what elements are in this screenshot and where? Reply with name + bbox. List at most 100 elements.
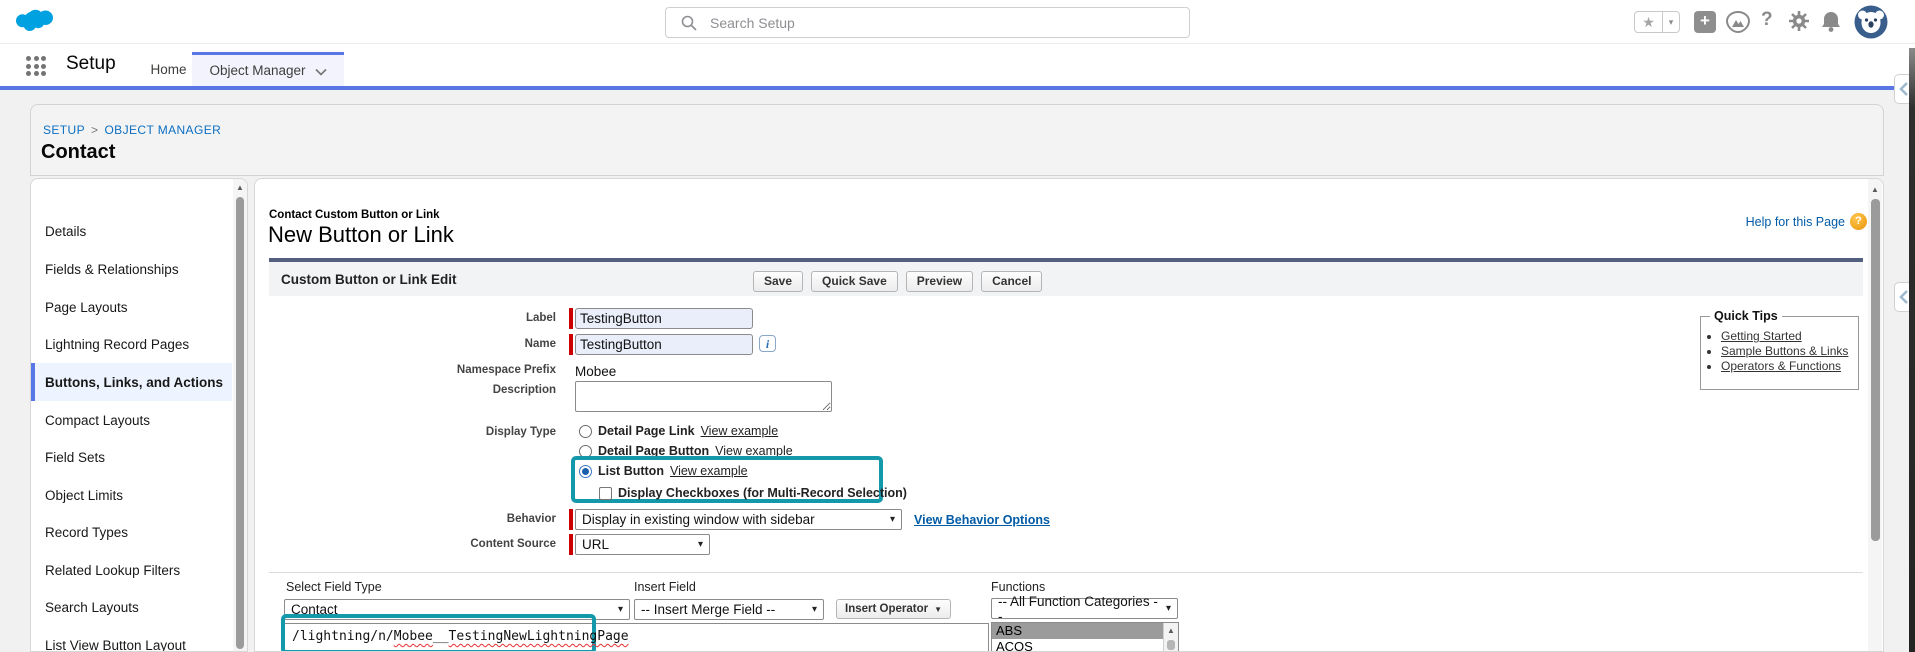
help-icon[interactable]: ? (1761, 9, 1773, 31)
sidebar-item-buttons-links-actions[interactable]: Buttons, Links, and Actions (31, 363, 232, 401)
scrollbar-thumb[interactable] (1167, 640, 1175, 650)
sidebar-item-label: Related Lookup Filters (45, 562, 181, 578)
behavior-select[interactable]: Display in existing window with sidebar ▾ (575, 509, 902, 530)
sidebar-scrollbar[interactable]: ▲ (233, 179, 247, 651)
tab-object-manager-label: Object Manager (209, 63, 306, 78)
sidebar-item-lightning-record-pages[interactable]: Lightning Record Pages (31, 325, 232, 363)
formula-text[interactable]: /lightning/n/Mobee__TestingNewLightningP… (292, 629, 629, 644)
cancel-button[interactable]: Cancel (981, 271, 1043, 292)
radio-icon[interactable] (579, 424, 592, 438)
scrollbar-up-arrow-icon[interactable]: ▲ (1868, 183, 1882, 197)
getting-started-link[interactable]: Getting Started (1721, 329, 1802, 343)
content-source-select[interactable]: URL ▾ (575, 534, 710, 555)
operators-functions-link[interactable]: Operators & Functions (1721, 359, 1841, 373)
view-example-link[interactable]: View example (670, 464, 748, 478)
user-avatar[interactable] (1854, 5, 1888, 39)
breadcrumb-object-manager-link[interactable]: OBJECT MANAGER (104, 123, 221, 137)
behavior-value: Display in existing window with sidebar (582, 512, 815, 527)
function-item-abs[interactable]: ABS (992, 623, 1164, 639)
sidebar-item-record-types[interactable]: Record Types (31, 513, 232, 551)
sidebar-item-field-sets[interactable]: Field Sets (31, 438, 232, 476)
required-marker (569, 308, 573, 329)
insert-operator-button[interactable]: Insert Operator ▼ (836, 599, 951, 619)
label-input[interactable] (575, 308, 753, 329)
behavior-label: Behavior (506, 513, 556, 525)
listbox-scrollbar[interactable]: ▲ (1163, 623, 1178, 651)
scrollbar-thumb[interactable] (236, 197, 244, 649)
sample-buttons-links-link[interactable]: Sample Buttons & Links (1721, 344, 1848, 358)
quick-tips-links: Getting Started Sample Buttons & Links O… (1721, 329, 1848, 374)
tab-home-label: Home (150, 61, 187, 77)
preview-button[interactable]: Preview (905, 271, 974, 292)
search-input[interactable] (665, 7, 1190, 38)
quick-create-icon[interactable]: + (1694, 11, 1716, 33)
setup-nav-bar: Setup Home Object Manager (0, 44, 1915, 90)
view-behavior-options-link[interactable]: View Behavior Options (914, 513, 1050, 527)
sidebar-item-object-limits[interactable]: Object Limits (31, 476, 232, 514)
save-button[interactable]: Save (753, 271, 804, 292)
sidebar-item-page-layouts[interactable]: Page Layouts (31, 288, 232, 326)
scrollbar-thumb[interactable] (1871, 199, 1880, 541)
view-example-link[interactable]: View example (701, 424, 779, 438)
sidebar-item-fields-relationships[interactable]: Fields & Relationships (31, 250, 232, 288)
salesforce-setup-screen: ★ ▾ + ? Setup Ho (0, 0, 1915, 652)
function-item-acos[interactable]: ACOS (992, 639, 1164, 651)
sidebar-item-label: Details (45, 223, 87, 239)
functions-listbox: ABS ACOS ▲ (991, 622, 1179, 651)
help-for-this-page-link[interactable]: Help for this Page (1746, 215, 1845, 229)
checkbox-icon[interactable] (599, 486, 612, 500)
name-input[interactable] (575, 334, 753, 355)
sidebar-item-list-view-button-layout[interactable]: List View Button Layout (31, 626, 232, 652)
sidebar-item-label: Fields & Relationships (45, 261, 179, 277)
info-icon[interactable]: i (759, 335, 776, 352)
sidebar-item-label: Buttons, Links, and Actions (45, 374, 224, 390)
content-scrollbar[interactable]: ▲ (1868, 179, 1882, 651)
radio-selected-icon[interactable] (579, 464, 592, 478)
scrollbar-up-arrow-icon[interactable]: ▲ (233, 181, 247, 195)
display-type-label: Display Type (485, 426, 556, 438)
display-checkboxes-option[interactable]: Display Checkboxes (for Multi-Record Sel… (599, 485, 907, 501)
functions-label: Functions (991, 580, 1046, 594)
app-launcher-icon[interactable] (26, 56, 52, 76)
favorites-caret-icon[interactable]: ▾ (1663, 12, 1679, 32)
namespace-prefix-label: Namespace Prefix (456, 364, 556, 376)
breadcrumb-setup-link[interactable]: SETUP (43, 123, 85, 137)
quick-tips-title: Quick Tips (1710, 309, 1782, 323)
tab-home[interactable]: Home (145, 52, 192, 86)
formula-word-misspelled: Mobee (393, 629, 433, 644)
tab-object-manager[interactable]: Object Manager (192, 52, 344, 86)
insert-operator-label: Insert Operator (845, 603, 929, 615)
setup-gear-icon[interactable] (1788, 10, 1810, 32)
quick-tips-item: Sample Buttons & Links (1721, 344, 1848, 358)
sidebar-item-details[interactable]: Details (31, 212, 232, 250)
select-caret-icon: ▾ (697, 539, 703, 550)
app-name-label: Setup (66, 53, 116, 74)
window-scrollbar[interactable] (1909, 48, 1915, 652)
select-caret-icon: ▾ (889, 514, 895, 525)
functions-category-value: -- All Function Categories -- (998, 593, 1158, 624)
radio-detail-page-link[interactable]: Detail Page Link View example (579, 423, 778, 439)
help-question-icon[interactable]: ? (1850, 213, 1867, 230)
insert-field-label: Insert Field (634, 580, 696, 594)
scrollbar-up-arrow-icon[interactable]: ▲ (1164, 624, 1178, 638)
sidebar-item-compact-layouts[interactable]: Compact Layouts (31, 401, 232, 439)
sidebar-item-label: Page Layouts (45, 299, 128, 315)
sidebar-item-related-lookup-filters[interactable]: Related Lookup Filters (31, 551, 232, 589)
select-caret-icon: ▾ (811, 604, 817, 615)
sidebar-item-label: Object Limits (45, 487, 124, 503)
radio-list-button[interactable]: List Button View example (579, 463, 748, 479)
radio-label: Detail Page Link (598, 424, 695, 438)
sidebar-item-label: List View Button Layout (45, 637, 186, 652)
sidebar-item-search-layouts[interactable]: Search Layouts (31, 588, 232, 626)
required-marker (569, 334, 573, 355)
description-textarea[interactable] (575, 381, 832, 412)
trailhead-icon[interactable] (1725, 10, 1751, 34)
favorites-star-icon[interactable]: ★ (1635, 12, 1663, 32)
insert-field-select[interactable]: -- Insert Merge Field -- ▾ (634, 599, 824, 620)
global-header: ★ ▾ + ? (0, 0, 1915, 44)
notifications-bell-icon[interactable] (1820, 10, 1842, 34)
breadcrumb: SETUP > OBJECT MANAGER (43, 123, 221, 137)
functions-category-select[interactable]: -- All Function Categories -- ▾ (991, 594, 1178, 624)
quick-save-button[interactable]: Quick Save (811, 271, 898, 292)
content-subtitle: Contact Custom Button or Link (269, 209, 440, 221)
